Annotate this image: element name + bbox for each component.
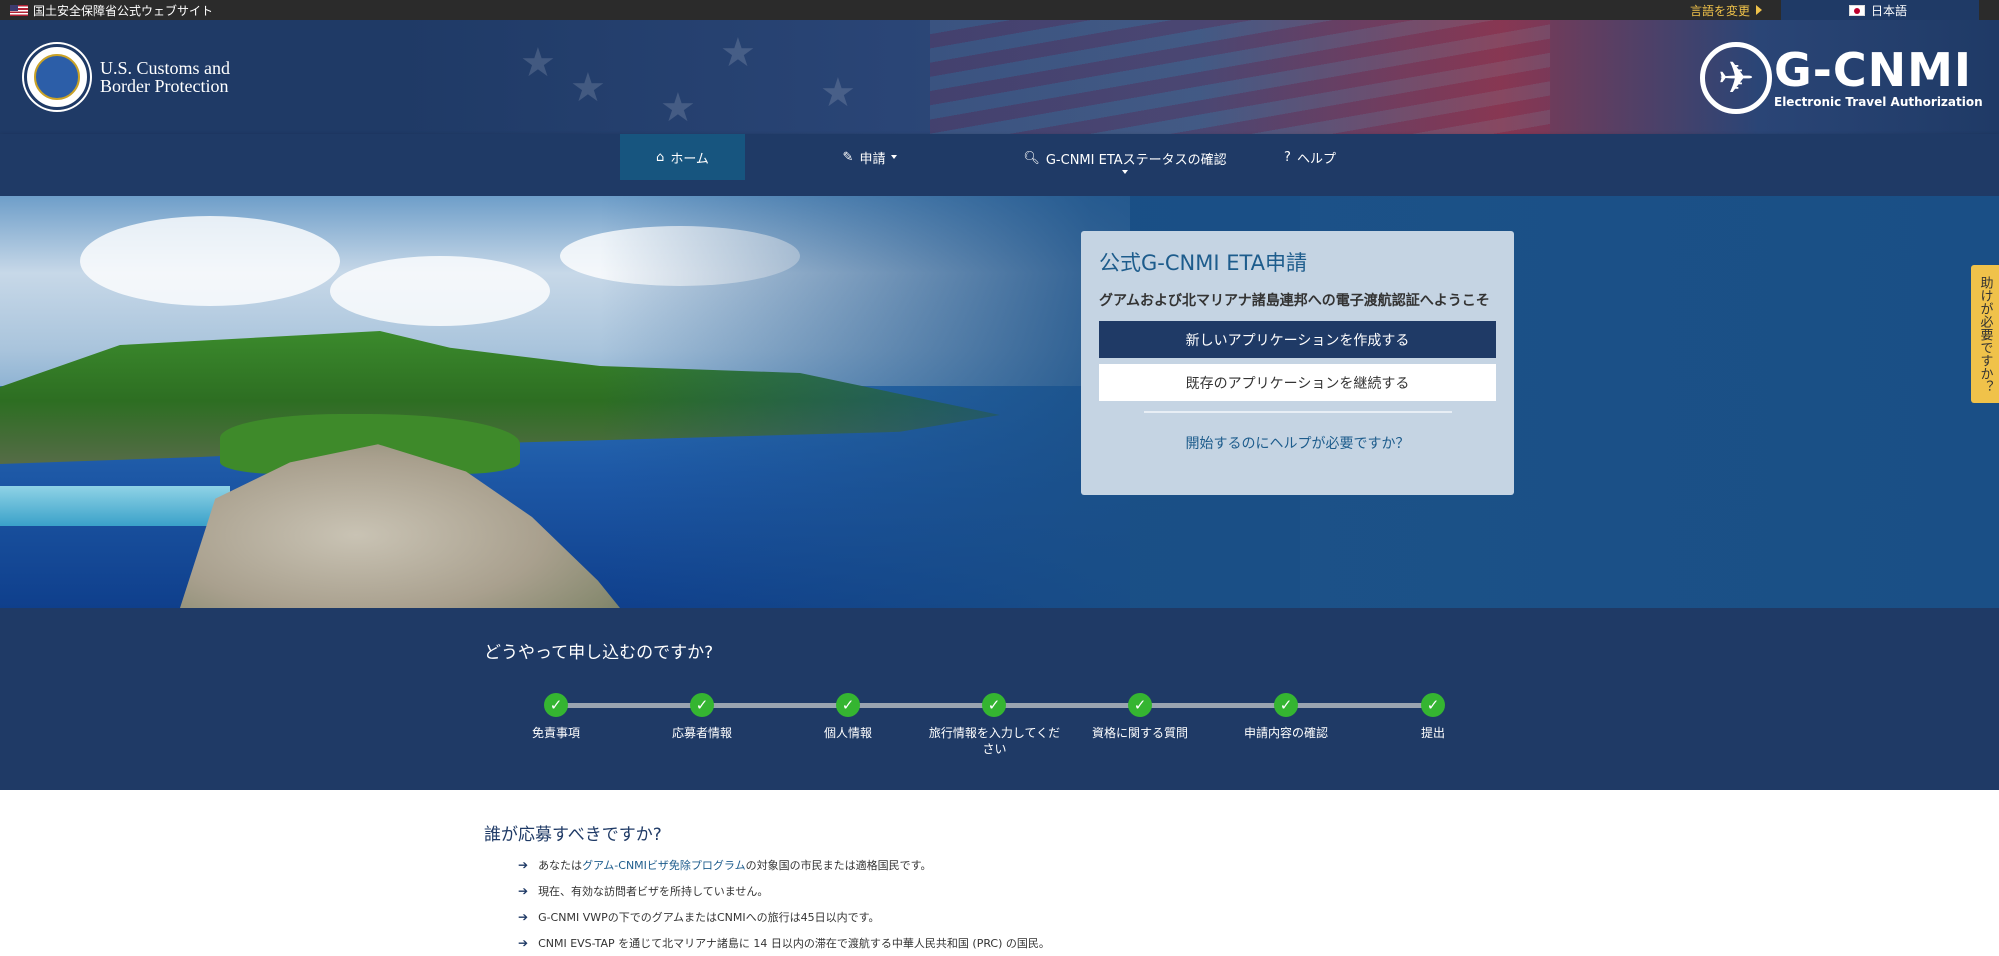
star-decoration-icon: ★ (820, 70, 856, 116)
list-item-text: CNMI EVS-TAP を通じて北マリアナ諸島に 14 日以内の滞在で渡航する… (538, 937, 1050, 950)
continue-application-button[interactable]: 既存のアプリケーションを継続する (1099, 364, 1496, 401)
arrow-right-icon: ➔ (518, 910, 529, 924)
gcnmi-wordmark: G-CNMI Electronic Travel Authorization (1774, 47, 1983, 109)
who-should-apply-title: 誰が応募すべきですか? (484, 825, 662, 845)
gcnmi-logo[interactable]: ✈ G-CNMI Electronic Travel Authorization (1700, 42, 1983, 114)
caret-down-icon (891, 155, 898, 159)
step-label: 応募者情報 (671, 726, 732, 740)
nav-home[interactable]: ⌂ ホーム (620, 134, 745, 180)
site-header: ★ ★ ★ ★ ★ U.S. Customs and Border Protec… (0, 20, 1999, 134)
who-should-apply-section: 誰が応募すべきですか? ➔ あなたはグアム-CNMIビザ免除プログラムの対象国の… (0, 790, 1999, 950)
card-divider (1143, 411, 1452, 413)
apply-card-title: 公式G-CNMI ETA申請 (1099, 251, 1308, 275)
nav-help-label: ヘルプ (1296, 151, 1336, 167)
apply-card: 公式G-CNMI ETA申請 グアムおよび北マリアナ諸島連邦への電子渡航認証へよ… (1081, 231, 1514, 495)
caret-right-icon (1756, 5, 1763, 15)
check-icon: ✓ (1421, 693, 1445, 717)
side-help-tab[interactable]: 助けが必要ですか？ (1971, 265, 1999, 403)
main-nav: ⌂ ホーム ✎ 申請 🔍︎ G-CNMI ETAステータスの確認 ? ヘルプ (0, 134, 1999, 196)
caret-down-icon (1122, 169, 1128, 174)
getting-started-help-link[interactable]: 開始するのにヘルプが必要ですか？ (1099, 433, 1496, 453)
nav-apply[interactable]: ✎ 申請 (800, 134, 940, 180)
eligibility-list: ➔ あなたはグアム-CNMIビザ免除プログラムの対象国の市民または適格国民です。… (518, 852, 1050, 956)
step-label: 個人情報 (823, 726, 872, 740)
check-icon: ✓ (690, 693, 714, 717)
step-item: ✓ 提出 (1358, 693, 1508, 741)
step-item: ✓ 応募者情報 (627, 693, 777, 741)
list-item-text: 現在、有効な訪問者ビザを所持していません。 (538, 885, 769, 898)
check-icon: ✓ (544, 693, 568, 717)
how-to-apply-section: どうやって申し込むのですか? ✓ 免責事項 ✓ 応募者情報 ✓ 個人情報 ✓ 旅… (0, 608, 1999, 790)
apply-card-welcome: グアムおよび北マリアナ諸島連邦への電子渡航認証へようこそ (1099, 293, 1490, 309)
visa-waiver-program-link[interactable]: グアム-CNMIビザ免除プログラム (582, 859, 746, 872)
star-decoration-icon: ★ (520, 40, 556, 86)
step-label: 旅行情報を入力してください (928, 726, 1061, 756)
step-item: ✓ 旅行情報を入力してください (919, 693, 1069, 757)
list-item-text-prefix: あなたは (538, 859, 583, 872)
arrow-right-icon: ➔ (518, 936, 529, 950)
home-icon: ⌂ (656, 149, 665, 165)
question-circle-icon: ? (1284, 149, 1291, 165)
official-site-notice: 国土安全保障省公式ウェブサイト (10, 2, 213, 19)
check-icon: ✓ (836, 693, 860, 717)
current-language-selector[interactable]: 日本語 (1781, 0, 1979, 20)
arrow-right-icon: ➔ (518, 858, 529, 872)
cbp-logo[interactable]: U.S. Customs and Border Protection (24, 44, 230, 110)
hero-banner (0, 196, 1999, 608)
flag-stripes-background (930, 20, 1550, 134)
cloud-image (80, 216, 340, 306)
new-application-button[interactable]: 新しいアプリケーションを作成する (1099, 321, 1496, 358)
star-decoration-icon: ★ (570, 65, 606, 111)
arrow-right-icon: ➔ (518, 884, 529, 898)
dhs-seal-icon (24, 44, 90, 110)
search-icon: 🔍︎ (1023, 150, 1040, 166)
star-decoration-icon: ★ (720, 30, 756, 76)
list-item: ➔ あなたはグアム-CNMIビザ免除プログラムの対象国の市民または適格国民です。 (518, 852, 1050, 878)
change-language-label: 言語を変更 (1690, 3, 1751, 18)
globe-plane-icon: ✈ (1700, 42, 1772, 114)
cbp-wordmark-line2: Border Protection (100, 76, 229, 96)
cloud-image (330, 256, 550, 326)
current-language-label: 日本語 (1871, 3, 1908, 18)
cbp-wordmark-line1: U.S. Customs and (100, 58, 231, 78)
nav-apply-label: 申請 (859, 151, 886, 167)
step-item: ✓ 個人情報 (773, 693, 923, 741)
list-item: ➔ CNMI EVS-TAP を通じて北マリアナ諸島に 14 日以内の滞在で渡航… (518, 930, 1050, 956)
list-item-text-suffix: の対象国の市民または適格国民です。 (745, 859, 932, 872)
change-language-button[interactable]: 言語を変更 (1680, 0, 1780, 20)
step-item: ✓ 免責事項 (481, 693, 631, 741)
japan-flag-icon (1849, 4, 1865, 16)
how-to-apply-title: どうやって申し込むのですか? (484, 643, 714, 663)
list-item: ➔ 現在、有効な訪問者ビザを所持していません。 (518, 878, 1050, 904)
gcnmi-subtitle: Electronic Travel Authorization (1774, 95, 1983, 109)
check-icon: ✓ (1274, 693, 1298, 717)
us-flag-icon (10, 5, 28, 16)
step-label: 提出 (1420, 726, 1445, 740)
hero-shore-image (0, 486, 230, 526)
step-item: ✓ 申請内容の確認 (1211, 693, 1361, 741)
step-label: 免責事項 (531, 726, 580, 740)
list-item-text: あなたはグアム-CNMIビザ免除プログラムの対象国の市民または適格国民です。 (538, 857, 931, 873)
star-decoration-icon: ★ (660, 85, 696, 131)
check-icon: ✓ (982, 693, 1006, 717)
official-site-text: 国土安全保障省公式ウェブサイト (33, 4, 214, 18)
nav-check-status-label: G-CNMI ETAステータスの確認 (1045, 152, 1227, 168)
list-item: ➔ G-CNMI VWPの下でのグアムまたはCNMIへの旅行は45日以内です。 (518, 904, 1050, 930)
step-label: 申請内容の確認 (1243, 726, 1328, 740)
gov-banner: 国土安全保障省公式ウェブサイト 言語を変更 日本語 (0, 0, 1999, 20)
step-item: ✓ 資格に関する質問 (1065, 693, 1215, 741)
check-icon: ✓ (1128, 693, 1152, 717)
gcnmi-title: G-CNMI (1774, 43, 1972, 97)
list-item-text: G-CNMI VWPの下でのグアムまたはCNMIへの旅行は45日以内です。 (538, 911, 880, 924)
nav-check-status[interactable]: 🔍︎ G-CNMI ETAステータスの確認 (1010, 134, 1240, 180)
nav-help[interactable]: ? ヘルプ (1270, 134, 1350, 180)
cbp-wordmark: U.S. Customs and Border Protection (100, 59, 230, 95)
nav-home-label: ホーム (670, 151, 709, 167)
step-label: 資格に関する質問 (1091, 726, 1188, 740)
pencil-icon: ✎ (842, 149, 854, 165)
